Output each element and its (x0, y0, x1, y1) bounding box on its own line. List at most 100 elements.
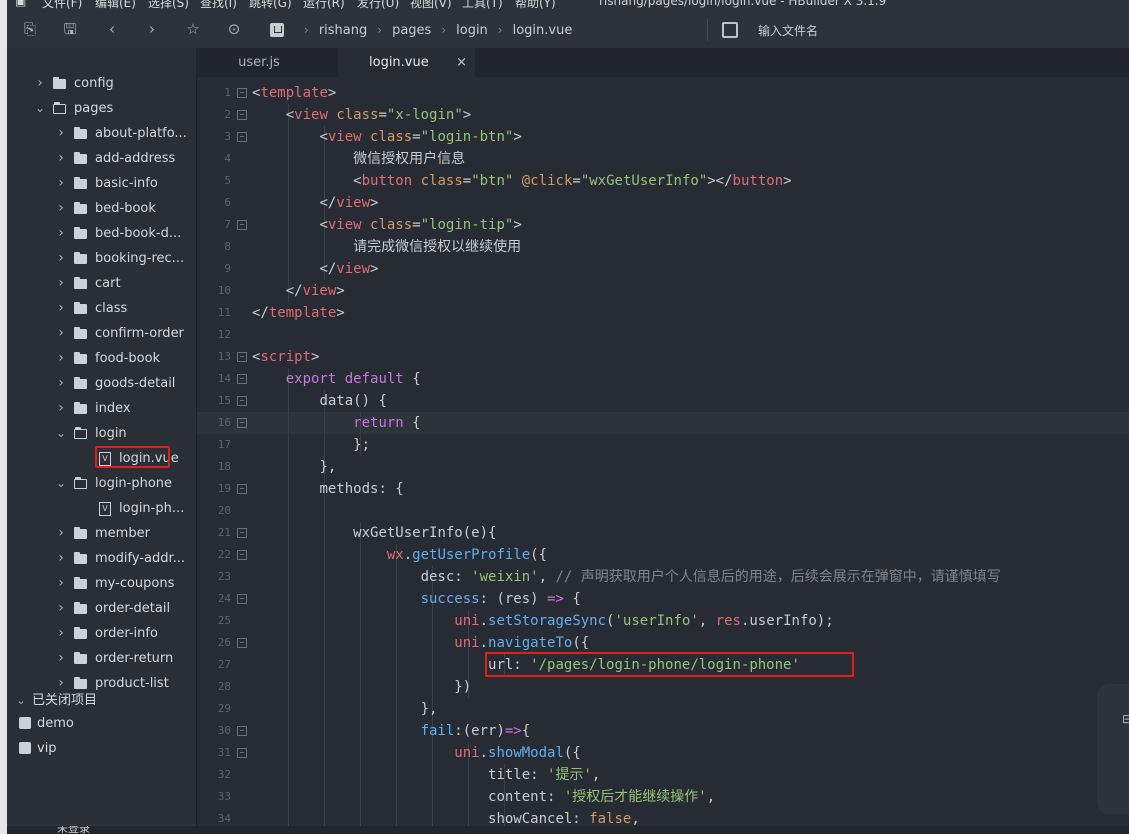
run-icon[interactable]: ⊙ (225, 20, 243, 38)
code-line[interactable]: 14− export default { (197, 368, 1129, 390)
new-file-icon[interactable]: ⎘ (21, 20, 39, 38)
breadcrumb-folder[interactable]: pages (392, 23, 431, 38)
chevron-down-icon[interactable]: ⌄ (34, 96, 46, 121)
project-item-demo[interactable]: demo (7, 711, 196, 736)
code-line[interactable]: 33 content: '授权后才能继续操作', (197, 786, 1129, 808)
menu-goto[interactable]: 跳转(G) (249, 0, 292, 11)
chevron-right-icon[interactable]: › (55, 646, 67, 671)
code-line[interactable]: 18 }, (197, 456, 1129, 478)
tree-folder-8[interactable]: › cart (7, 271, 196, 296)
tree-folder-3[interactable]: › add-address (7, 146, 196, 171)
breadcrumb-file[interactable]: login.vue (513, 23, 573, 38)
code-line[interactable]: 23 desc: 'weixin', // 声明获取用户个人信息后的用途，后续会… (197, 566, 1129, 588)
code-line[interactable]: 19− methods: { (197, 478, 1129, 500)
menu-view[interactable]: 视图(V) (410, 0, 452, 11)
tree-folder-0[interactable]: › config (7, 71, 196, 96)
code-line[interactable]: 3− <view class="login-btn"> (197, 126, 1129, 148)
chevron-right-icon[interactable]: › (55, 521, 67, 546)
tree-folder-22[interactable]: › order-info (7, 621, 196, 646)
code-line[interactable]: 15− data() { (197, 390, 1129, 412)
tree-folder-6[interactable]: › bed-book-d... (7, 221, 196, 246)
fold-toggle-icon[interactable]: − (237, 528, 247, 538)
tree-file-17[interactable]: Vlogin-ph... (7, 496, 196, 521)
menu-select[interactable]: 选择(S) (148, 0, 189, 11)
forward-icon[interactable]: › (143, 20, 161, 38)
chevron-right-icon[interactable]: › (55, 146, 67, 171)
tree-folder-4[interactable]: › basic-info (7, 171, 196, 196)
code-line[interactable]: 16− return { (197, 412, 1129, 434)
fold-toggle-icon[interactable]: − (237, 396, 247, 406)
chevron-right-icon[interactable]: › (55, 246, 67, 271)
breadcrumb-subfolder[interactable]: login (456, 23, 488, 38)
fold-toggle-icon[interactable]: − (237, 110, 247, 120)
menu-find[interactable]: 查找(I) (200, 0, 237, 11)
menu-edit[interactable]: 编辑(E) (95, 0, 136, 11)
chevron-right-icon[interactable]: › (55, 171, 67, 196)
code-line[interactable]: 17 }; (197, 434, 1129, 456)
code-line[interactable]: 8 请完成微信授权以继续使用 (197, 236, 1129, 258)
fold-toggle-icon[interactable]: − (237, 88, 247, 98)
code-line[interactable]: 26− uni.navigateTo({ (197, 632, 1129, 654)
fold-toggle-icon[interactable]: − (237, 220, 247, 230)
tree-folder-7[interactable]: › booking-rec... (7, 246, 196, 271)
chevron-right-icon[interactable]: › (55, 396, 67, 421)
tree-folder-12[interactable]: › goods-detail (7, 371, 196, 396)
fold-toggle-icon[interactable]: − (237, 748, 247, 758)
code-line[interactable]: 12 (197, 324, 1129, 346)
code-line[interactable]: 20 (197, 500, 1129, 522)
code-line[interactable]: 25 uni.setStorageSync('userInfo', res.us… (197, 610, 1129, 632)
code-line[interactable]: 13− <script> (197, 346, 1129, 368)
chevron-right-icon[interactable]: › (55, 321, 67, 346)
chevron-right-icon[interactable]: › (55, 271, 67, 296)
code-line[interactable]: 29 }, (197, 698, 1129, 720)
tree-folder-9[interactable]: › class (7, 296, 196, 321)
tree-folder-20[interactable]: › my-coupons (7, 571, 196, 596)
menu-tools[interactable]: 工具(T) (462, 0, 503, 11)
code-line[interactable]: 5 <button class="btn" @click="wxGetUserI… (197, 170, 1129, 192)
tree-folder-14[interactable]: ⌄ login (7, 421, 196, 446)
tree-folder-11[interactable]: › food-book (7, 346, 196, 371)
side-assistant-panel[interactable]: ⊟ (1097, 684, 1129, 814)
code-line[interactable]: 28 }) (197, 676, 1129, 698)
chevron-right-icon[interactable]: › (55, 571, 67, 596)
fold-toggle-icon[interactable]: − (237, 594, 247, 604)
code-line[interactable]: 22− wx.getUserProfile({ (197, 544, 1129, 566)
code-line[interactable]: 10 </view> (197, 280, 1129, 302)
login-status[interactable]: 未登录 (57, 826, 90, 834)
back-icon[interactable]: ‹ (103, 20, 121, 38)
chevron-right-icon[interactable]: › (55, 546, 67, 571)
project-item-vip[interactable]: vip (7, 736, 196, 761)
code-line[interactable]: 21− wxGetUserInfo(e){ (197, 522, 1129, 544)
fold-toggle-icon[interactable]: − (237, 726, 247, 736)
code-line[interactable]: 31− uni.showModal({ (197, 742, 1129, 764)
code-line[interactable]: 2− <view class="x-login"> (197, 104, 1129, 126)
fold-toggle-icon[interactable]: − (237, 352, 247, 362)
tree-folder-2[interactable]: › about-platfo... (7, 121, 196, 146)
menu-run[interactable]: 运行(R) (303, 0, 345, 11)
code-line[interactable]: 1− <template> (197, 82, 1129, 104)
chevron-right-icon[interactable]: › (55, 221, 67, 246)
chevron-right-icon[interactable]: › (55, 621, 67, 646)
fold-toggle-icon[interactable]: − (237, 418, 247, 428)
code-line[interactable]: 4 微信授权用户信息 (197, 148, 1129, 170)
breadcrumb-project[interactable]: rishang (319, 23, 367, 38)
code-line[interactable]: 9 </view> (197, 258, 1129, 280)
chevron-down-icon[interactable]: ⌄ (55, 471, 67, 496)
tree-folder-1[interactable]: ⌄ pages (7, 96, 196, 121)
tree-folder-21[interactable]: › order-detail (7, 596, 196, 621)
chevron-right-icon[interactable]: › (55, 371, 67, 396)
code-line[interactable]: 6 </view> (197, 192, 1129, 214)
fold-toggle-icon[interactable]: − (237, 484, 247, 494)
fold-toggle-icon[interactable]: − (237, 550, 247, 560)
tree-folder-13[interactable]: › index (7, 396, 196, 421)
tree-folder-5[interactable]: › bed-book (7, 196, 196, 221)
code-line[interactable]: 7− <view class="login-tip"> (197, 214, 1129, 236)
fold-toggle-icon[interactable]: − (237, 374, 247, 384)
menu-help[interactable]: 帮助(Y) (515, 0, 556, 11)
menu-file[interactable]: 文件(F) (42, 0, 82, 11)
tree-folder-23[interactable]: › order-return (7, 646, 196, 671)
closed-projects-header[interactable]: ⌄ 已关闭项目 (7, 688, 196, 713)
menu-publish[interactable]: 发行(U) (357, 0, 399, 11)
close-icon[interactable]: × (456, 48, 467, 77)
code-line[interactable]: 11 </template> (197, 302, 1129, 324)
